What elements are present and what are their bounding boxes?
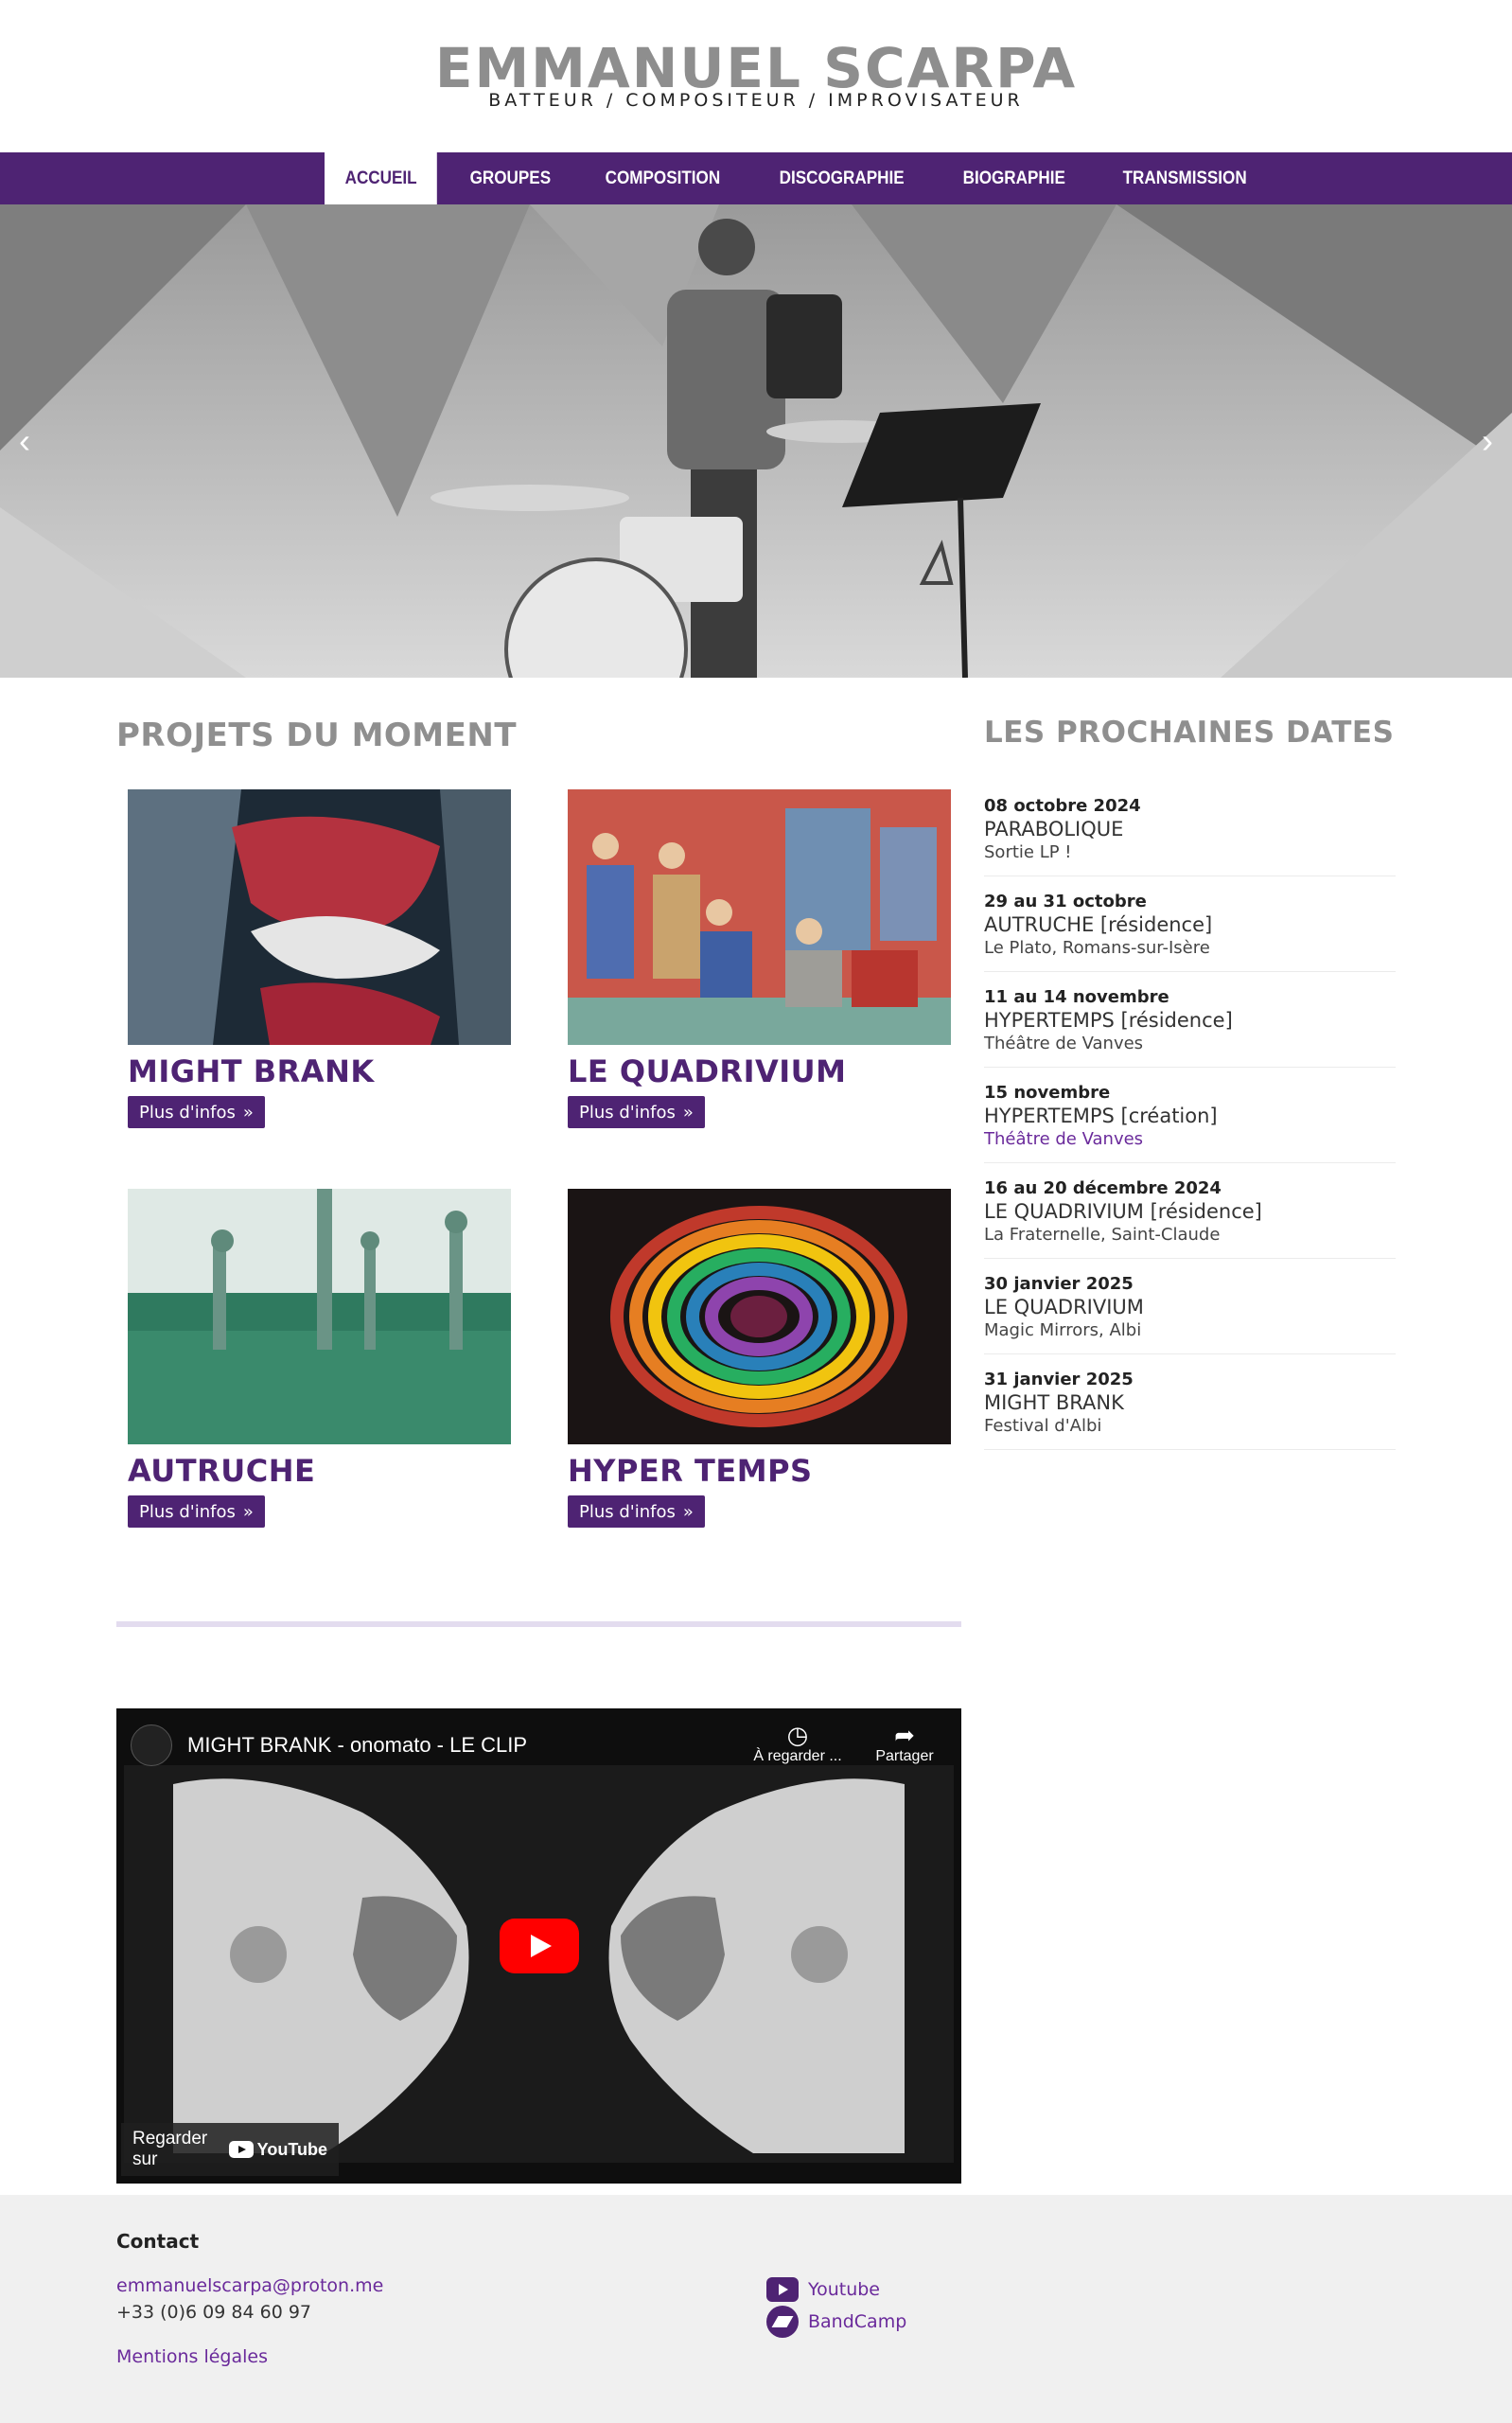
play-button[interactable] xyxy=(500,1919,579,1973)
chevron-left-icon: ‹ xyxy=(19,421,30,460)
footer-legal-link[interactable]: Mentions légales xyxy=(116,2346,268,2367)
event-name: LE QUADRIVIUM [résidence] xyxy=(984,1200,1262,1223)
event-place: Théâtre de Vanves xyxy=(984,1034,1144,1053)
date-item: 30 janvier 2025 LE QUADRIVIUM Magic Mirr… xyxy=(984,1259,1396,1354)
hero-slider: ‹ › xyxy=(0,204,1512,678)
watch-on-youtube-button[interactable]: Regarder sur YouTube xyxy=(121,2123,339,2176)
date-label: 16 au 20 décembre 2024 xyxy=(984,1178,1222,1198)
clock-icon: ◷ xyxy=(786,1721,809,1749)
share-label: Partager xyxy=(875,1748,934,1764)
youtube-wordmark: YouTube xyxy=(256,2139,327,2159)
youtube-icon xyxy=(766,2277,799,2302)
project-title[interactable]: LE QUADRIVIUM xyxy=(568,1054,951,1088)
date-label: 30 janvier 2025 xyxy=(984,1274,1134,1294)
event-name: HYPERTEMPS [création] xyxy=(984,1105,1218,1127)
youtube-icon xyxy=(228,2141,254,2158)
main-nav: ACCUEIL GROUPES COMPOSITION DISCOGRAPHIE… xyxy=(0,152,1512,204)
more-info-label: Plus d'infos xyxy=(579,1102,676,1123)
event-name: AUTRUCHE [résidence] xyxy=(984,913,1213,936)
watch-later-label: À regarder ... xyxy=(753,1748,842,1764)
project-title[interactable]: HYPER TEMPS xyxy=(568,1454,951,1488)
double-chevron-right-icon: » xyxy=(242,1501,254,1522)
project-image[interactable] xyxy=(568,789,951,1045)
site-header: EMMANUEL SCARPA BATTEUR / COMPOSITEUR / … xyxy=(0,0,1512,152)
double-chevron-right-icon: » xyxy=(242,1102,254,1123)
footer-contact-heading: Contact xyxy=(116,2230,200,2253)
footer-email-link[interactable]: emmanuelscarpa@proton.me xyxy=(116,2275,383,2296)
site-footer: Contact emmanuelscarpa@proton.me +33 (0)… xyxy=(0,2195,1512,2423)
date-item: 16 au 20 décembre 2024 LE QUADRIVIUM [ré… xyxy=(984,1163,1396,1259)
upcoming-dates-list: 08 octobre 2024 PARABOLIQUE Sortie LP ! … xyxy=(984,781,1396,1450)
date-item: 31 janvier 2025 MIGHT BRANK Festival d'A… xyxy=(984,1354,1396,1450)
event-name: MIGHT BRANK xyxy=(984,1391,1124,1414)
project-image[interactable] xyxy=(128,1189,511,1444)
hero-prev-arrow[interactable]: ‹ xyxy=(6,417,44,465)
project-card-might-brank: MIGHT BRANK Plus d'infos » xyxy=(128,789,511,1128)
date-label: 29 au 31 octobre xyxy=(984,892,1147,911)
project-image[interactable] xyxy=(128,789,511,1045)
double-chevron-right-icon: » xyxy=(682,1501,694,1522)
nav-item-accueil[interactable]: ACCUEIL xyxy=(325,152,438,204)
more-info-label: Plus d'infos xyxy=(579,1501,676,1522)
date-item: 08 octobre 2024 PARABOLIQUE Sortie LP ! xyxy=(984,781,1396,876)
project-card-le-quadrivium: LE QUADRIVIUM Plus d'infos » xyxy=(568,789,951,1128)
date-item: 11 au 14 novembre HYPERTEMPS [résidence]… xyxy=(984,972,1396,1068)
footer-phone: +33 (0)6 09 84 60 97 xyxy=(116,2302,312,2323)
nav-item-discographie[interactable]: DISCOGRAPHIE xyxy=(759,152,924,204)
project-card-hyper-temps: HYPER TEMPS Plus d'infos » xyxy=(568,1189,951,1528)
nav-item-transmission[interactable]: TRANSMISSION xyxy=(1102,152,1267,204)
event-place: Le Plato, Romans-sur-Isère xyxy=(984,938,1210,958)
section-divider xyxy=(116,1621,961,1627)
event-place: Sortie LP ! xyxy=(984,842,1072,862)
date-item: 15 novembre HYPERTEMPS [création] Théâtr… xyxy=(984,1068,1396,1163)
event-name: LE QUADRIVIUM xyxy=(984,1296,1144,1318)
project-card-autruche: AUTRUCHE Plus d'infos » xyxy=(128,1189,511,1528)
nav-item-biographie[interactable]: BIOGRAPHIE xyxy=(942,152,1086,204)
event-place: Festival d'Albi xyxy=(984,1416,1102,1436)
youtube-link-label: Youtube xyxy=(808,2279,880,2300)
watch-later-button[interactable]: ◷ À regarder ... xyxy=(750,1722,845,1765)
dates-section-title: LES PROCHAINES DATES xyxy=(984,716,1395,750)
date-label: 11 au 14 novembre xyxy=(984,987,1169,1007)
youtube-logo: YouTube xyxy=(228,2139,327,2160)
event-name: HYPERTEMPS [résidence] xyxy=(984,1009,1233,1032)
bandcamp-link-label: BandCamp xyxy=(808,2311,907,2332)
more-info-button[interactable]: Plus d'infos » xyxy=(128,1096,265,1128)
footer-youtube-link[interactable]: Youtube xyxy=(766,2277,880,2302)
date-label: 15 novembre xyxy=(984,1083,1111,1103)
event-name: PARABOLIQUE xyxy=(984,818,1124,840)
project-title[interactable]: AUTRUCHE xyxy=(128,1454,511,1488)
hero-next-arrow[interactable]: › xyxy=(1468,417,1506,465)
projects-section-title: PROJETS DU MOMENT xyxy=(116,716,518,754)
site-title[interactable]: EMMANUEL SCARPA xyxy=(0,40,1512,97)
date-label: 08 octobre 2024 xyxy=(984,796,1141,816)
project-image[interactable] xyxy=(568,1189,951,1444)
more-info-button[interactable]: Plus d'infos » xyxy=(568,1495,705,1528)
more-info-label: Plus d'infos xyxy=(139,1501,236,1522)
more-info-button[interactable]: Plus d'infos » xyxy=(128,1495,265,1528)
video-title[interactable]: MIGHT BRANK - onomato - LE CLIP xyxy=(187,1733,527,1758)
share-icon: ➦ xyxy=(894,1721,915,1749)
share-button[interactable]: ➦ Partager xyxy=(857,1722,952,1765)
event-place: Magic Mirrors, Albi xyxy=(984,1320,1142,1340)
event-place-link[interactable]: Théâtre de Vanves xyxy=(984,1129,1396,1149)
date-label: 31 janvier 2025 xyxy=(984,1370,1134,1389)
bandcamp-icon xyxy=(766,2306,799,2338)
event-place: La Fraternelle, Saint-Claude xyxy=(984,1225,1221,1245)
date-item: 29 au 31 octobre AUTRUCHE [résidence] Le… xyxy=(984,876,1396,972)
hero-image xyxy=(0,204,1512,678)
double-chevron-right-icon: » xyxy=(682,1102,694,1123)
more-info-label: Plus d'infos xyxy=(139,1102,236,1123)
chevron-right-icon: › xyxy=(1482,421,1493,460)
more-info-button[interactable]: Plus d'infos » xyxy=(568,1096,705,1128)
channel-avatar[interactable] xyxy=(131,1724,172,1766)
project-title[interactable]: MIGHT BRANK xyxy=(128,1054,511,1088)
site-subtitle: BATTEUR / COMPOSITEUR / IMPROVISATEUR xyxy=(488,90,1024,111)
nav-item-groupes[interactable]: GROUPES xyxy=(449,152,571,204)
youtube-embed[interactable]: MIGHT BRANK - onomato - LE CLIP ◷ À rega… xyxy=(116,1708,961,2184)
nav-item-composition[interactable]: COMPOSITION xyxy=(585,152,741,204)
watch-on-label: Regarder sur xyxy=(132,2129,208,2169)
footer-bandcamp-link[interactable]: BandCamp xyxy=(766,2306,906,2338)
